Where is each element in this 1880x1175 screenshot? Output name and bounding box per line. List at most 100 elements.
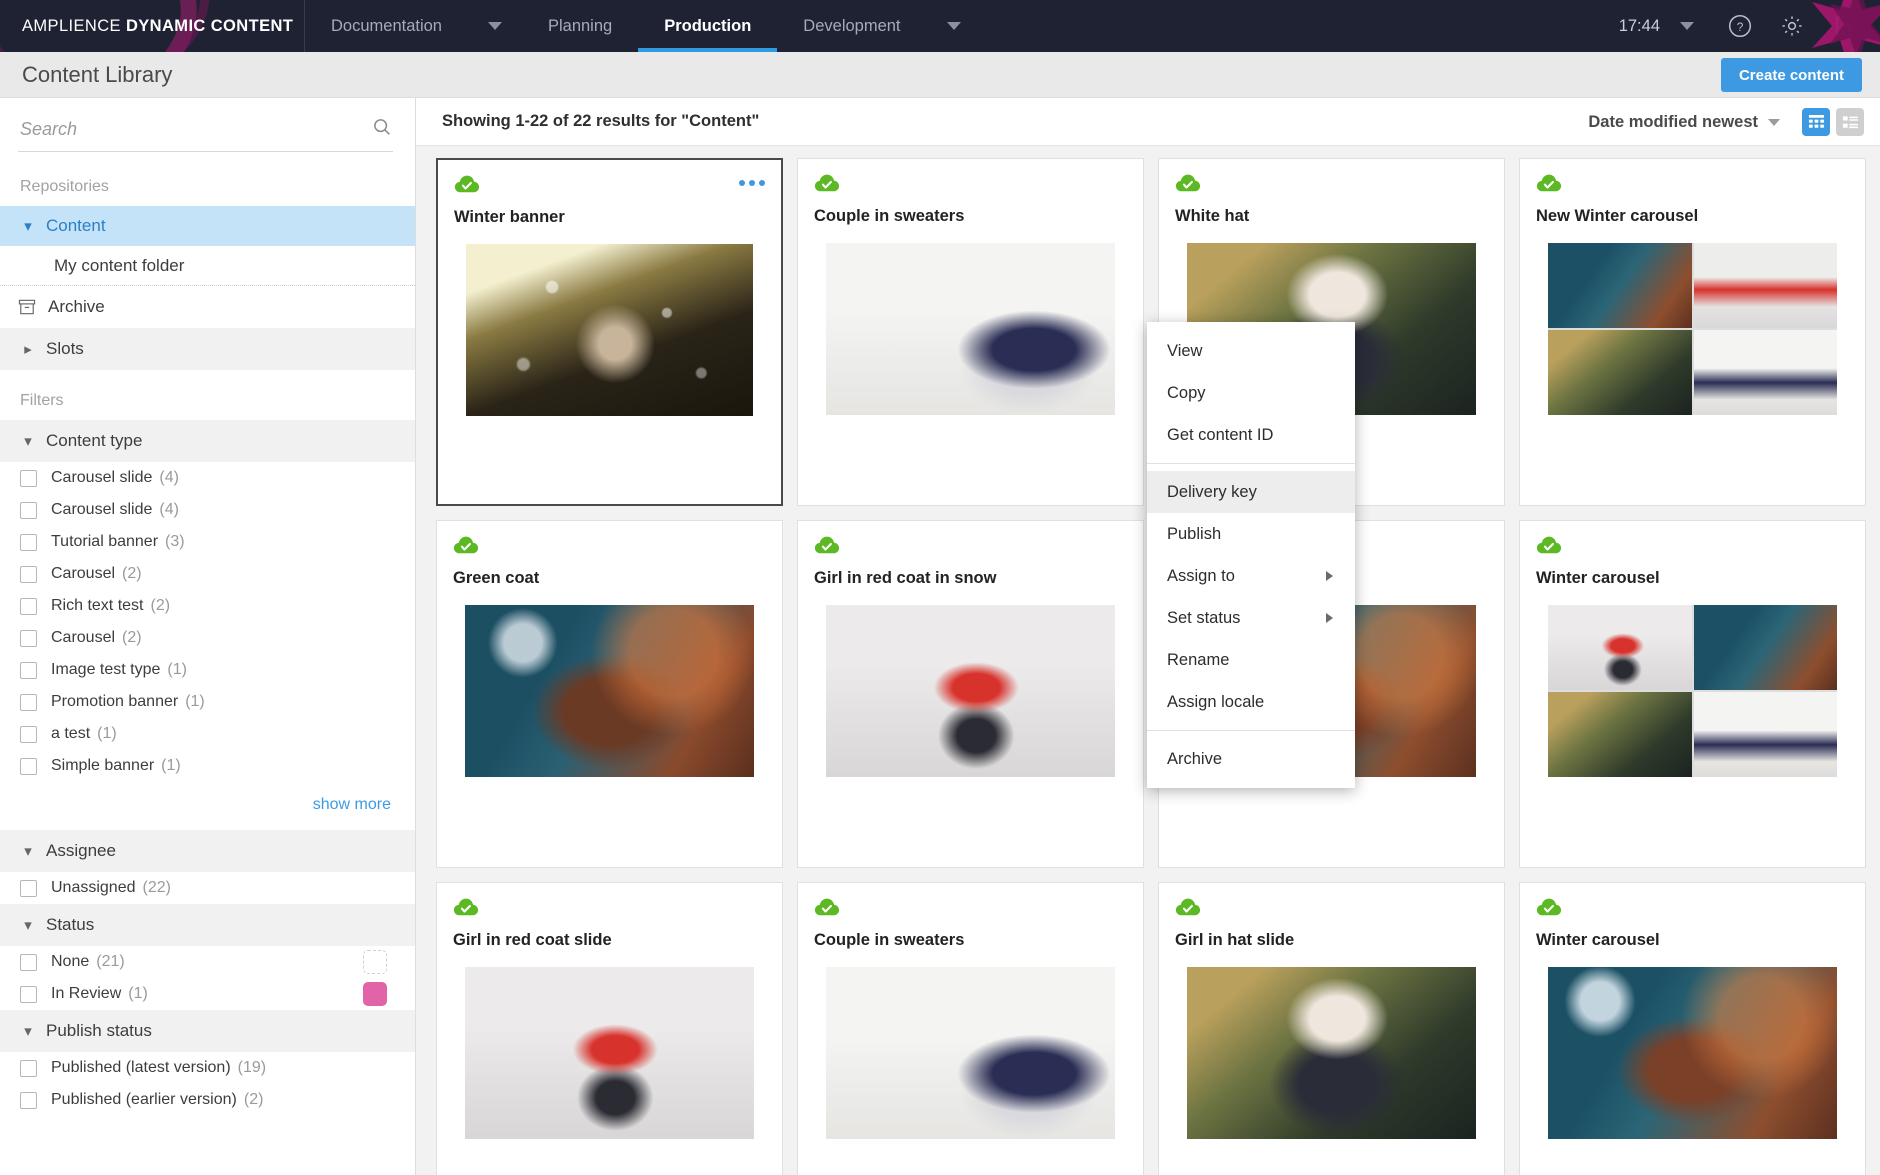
filter-checkbox-row-published-earlier[interactable]: Published (earlier version) (2) <box>0 1084 415 1116</box>
content-card[interactable]: Winter banner <box>436 158 783 506</box>
checkbox-icon[interactable] <box>20 661 37 679</box>
list-view-icon[interactable] <box>1836 108 1864 136</box>
page-title: Content Library <box>22 61 173 87</box>
nav-item-production[interactable]: Production <box>638 0 778 52</box>
chevron-down-icon-documentation[interactable] <box>487 22 502 30</box>
content-card[interactable]: Couple in sweaters <box>797 882 1144 1175</box>
context-menu-item-assign-to[interactable]: Assign to <box>1147 555 1355 597</box>
filter-label: Simple banner <box>51 757 155 774</box>
checkbox-icon[interactable] <box>20 985 37 1003</box>
card-context-menu: View Copy Get content ID Delivery key Pu… <box>1147 322 1355 788</box>
filter-section-assignee[interactable]: ▾ Assignee <box>0 830 415 872</box>
context-menu-item-publish[interactable]: Publish <box>1147 513 1355 555</box>
context-menu-item-get-content-id[interactable]: Get content ID <box>1147 414 1355 456</box>
content-card[interactable]: New Winter carousel <box>1519 158 1866 506</box>
filter-checkbox-row[interactable]: Rich text test (2) <box>0 590 415 622</box>
content-card[interactable]: Couple in sweaters <box>797 158 1144 506</box>
checkbox-icon[interactable] <box>20 879 37 897</box>
thumbnail-image <box>1548 243 1692 328</box>
filter-checkbox-row[interactable]: Carousel slide (4) <box>0 462 415 494</box>
card-overflow-menu-button[interactable] <box>739 180 765 186</box>
show-more-link[interactable]: show more <box>0 782 415 830</box>
clock: 17:44 <box>1618 16 1660 35</box>
content-card[interactable]: Girl in red coat in snow <box>797 520 1144 868</box>
checkbox-icon[interactable] <box>20 565 37 583</box>
card-thumbnail <box>465 967 754 1139</box>
context-menu-item-assign-locale[interactable]: Assign locale <box>1147 681 1355 723</box>
sidebar-item-content[interactable]: ▾ Content <box>0 206 415 246</box>
filter-checkbox-row[interactable]: Promotion banner (1) <box>0 686 415 718</box>
grid-view-icon[interactable] <box>1802 108 1830 136</box>
filter-checkbox-row-status-none[interactable]: None (21) <box>0 946 415 978</box>
nav-item-planning[interactable]: Planning <box>522 0 638 52</box>
content-card[interactable]: Winter carousel <box>1519 520 1866 868</box>
filter-checkbox-row[interactable]: Simple banner (1) <box>0 750 415 782</box>
checkbox-icon[interactable] <box>20 533 37 551</box>
checkbox-icon[interactable] <box>20 1059 37 1077</box>
context-menu-item-delivery-key[interactable]: Delivery key <box>1147 471 1355 513</box>
filter-checkbox-row[interactable]: a test (1) <box>0 718 415 750</box>
filter-checkbox-row[interactable]: Tutorial banner (3) <box>0 526 415 558</box>
published-cloud-icon <box>1536 897 1562 917</box>
thumbnail-image <box>826 243 1115 415</box>
filter-checkbox-row-unassigned[interactable]: Unassigned (22) <box>0 872 415 904</box>
chevron-down-icon-clock[interactable] <box>1680 22 1694 30</box>
content-card[interactable]: Girl in red coat slide <box>436 882 783 1175</box>
checkbox-icon[interactable] <box>20 953 37 971</box>
thumbnail-image <box>1187 967 1476 1139</box>
sidebar-section-label-slots: Slots <box>46 339 84 358</box>
filter-label: Tutorial banner <box>51 533 159 550</box>
content-card[interactable]: Winter carousel <box>1519 882 1866 1175</box>
published-cloud-icon <box>1175 897 1201 917</box>
nav-item-development[interactable]: Development <box>777 0 926 52</box>
filter-label: Carousel <box>51 565 116 582</box>
filter-checkbox-row[interactable]: Carousel (2) <box>0 622 415 654</box>
sidebar-item-my-content-folder[interactable]: My content folder <box>0 246 415 286</box>
checkbox-icon[interactable] <box>20 725 37 743</box>
checkbox-icon[interactable] <box>20 469 37 487</box>
filter-checkbox-row[interactable]: Image test type (1) <box>0 654 415 686</box>
filter-checkbox-row[interactable]: Carousel (2) <box>0 558 415 590</box>
context-menu-item-archive[interactable]: Archive <box>1147 738 1355 780</box>
search-icon[interactable] <box>371 116 393 143</box>
checkbox-icon[interactable] <box>20 501 37 519</box>
sidebar-section-slots[interactable]: ▸ Slots <box>0 328 415 370</box>
logout-icon[interactable] <box>1831 13 1857 39</box>
filter-section-content-type[interactable]: ▾ Content type <box>0 420 415 462</box>
filter-section-status[interactable]: ▾ Status <box>0 904 415 946</box>
content-card[interactable]: Green coat <box>436 520 783 868</box>
checkbox-icon[interactable] <box>20 693 37 711</box>
context-menu-label: Set status <box>1167 608 1241 627</box>
filter-label: Rich text test <box>51 597 144 614</box>
help-icon[interactable]: ? <box>1727 13 1753 39</box>
card-title: Green coat <box>453 569 540 587</box>
context-menu-item-rename[interactable]: Rename <box>1147 639 1355 681</box>
context-menu-item-set-status[interactable]: Set status <box>1147 597 1355 639</box>
checkbox-icon[interactable] <box>20 629 37 647</box>
sidebar-item-archive[interactable]: Archive <box>0 286 415 328</box>
content-card[interactable]: Girl in hat slide <box>1158 882 1505 1175</box>
gear-icon[interactable] <box>1779 13 1805 39</box>
brand-logo[interactable]: AMPLIENCE DYNAMIC CONTENT <box>0 0 305 52</box>
sort-dropdown-label[interactable]: Date modified newest <box>1588 113 1758 132</box>
checkbox-icon[interactable] <box>20 1091 37 1109</box>
filter-checkbox-row-status-in-review[interactable]: In Review (1) <box>0 978 415 1010</box>
published-cloud-icon <box>1175 173 1201 193</box>
filter-checkbox-row-published-latest[interactable]: Published (latest version) (19) <box>0 1052 415 1084</box>
chevron-down-icon-development[interactable] <box>946 22 961 30</box>
checkbox-icon[interactable] <box>20 597 37 615</box>
repositories-label: Repositories <box>20 178 109 195</box>
checkbox-icon[interactable] <box>20 757 37 775</box>
chevron-down-icon-sort[interactable] <box>1768 118 1780 126</box>
filter-section-publish-status[interactable]: ▾ Publish status <box>0 1010 415 1052</box>
nav-item-documentation[interactable]: Documentation <box>305 0 468 52</box>
filter-checkbox-row[interactable]: Carousel slide (4) <box>0 494 415 526</box>
context-menu-item-copy[interactable]: Copy <box>1147 372 1355 414</box>
search-input[interactable] <box>18 118 371 141</box>
toolbar-right-group: Date modified newest <box>1588 98 1864 146</box>
context-menu-divider <box>1147 730 1355 731</box>
context-menu-item-view[interactable]: View <box>1147 330 1355 372</box>
create-content-button[interactable]: Create content <box>1720 58 1862 92</box>
card-thumbnail <box>466 244 753 416</box>
card-thumbnail <box>826 605 1115 777</box>
